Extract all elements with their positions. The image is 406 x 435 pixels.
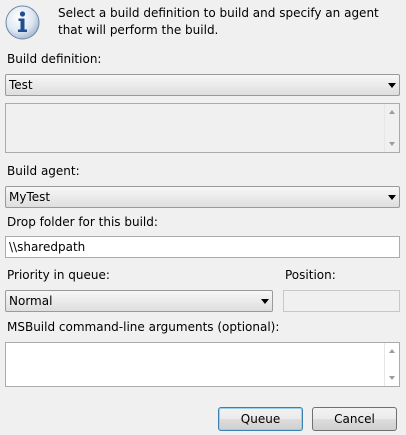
build-definition-description bbox=[5, 103, 400, 153]
queue-build-dialog: Select a build definition to build and s… bbox=[0, 0, 406, 435]
priority-select[interactable]: Normal bbox=[5, 290, 273, 312]
scroll-down-icon[interactable] bbox=[389, 376, 395, 380]
msbuild-args-label: MSBuild command-line arguments (optional… bbox=[7, 320, 280, 334]
priority-label: Priority in queue: bbox=[7, 268, 110, 282]
drop-folder-value: \\sharedpath bbox=[9, 240, 86, 254]
position-field bbox=[283, 290, 400, 312]
build-agent-select[interactable]: MyTest bbox=[5, 186, 400, 208]
position-label: Position: bbox=[285, 268, 336, 282]
priority-value: Normal bbox=[9, 294, 53, 308]
drop-folder-input[interactable]: \\sharedpath bbox=[5, 236, 400, 258]
build-definition-select[interactable]: Test bbox=[5, 74, 400, 96]
build-agent-value: MyTest bbox=[9, 190, 51, 204]
build-definition-label: Build definition: bbox=[7, 52, 102, 66]
msbuild-args-input[interactable] bbox=[5, 342, 400, 387]
build-agent-label: Build agent: bbox=[7, 164, 80, 178]
chevron-down-icon bbox=[388, 195, 396, 200]
scroll-up-icon[interactable] bbox=[389, 110, 395, 114]
chevron-down-icon bbox=[261, 299, 269, 304]
info-icon bbox=[5, 5, 40, 40]
scroll-up-icon[interactable] bbox=[389, 349, 395, 353]
queue-button[interactable]: Queue bbox=[218, 407, 303, 431]
msbuild-scrollbar[interactable] bbox=[384, 343, 399, 386]
scroll-down-icon[interactable] bbox=[389, 142, 395, 146]
cancel-button[interactable]: Cancel bbox=[312, 407, 397, 431]
drop-folder-label: Drop folder for this build: bbox=[7, 215, 158, 229]
info-message: Select a build definition to build and s… bbox=[58, 6, 379, 37]
description-scrollbar[interactable] bbox=[384, 104, 399, 152]
build-definition-value: Test bbox=[9, 78, 33, 92]
chevron-down-icon bbox=[388, 83, 396, 88]
